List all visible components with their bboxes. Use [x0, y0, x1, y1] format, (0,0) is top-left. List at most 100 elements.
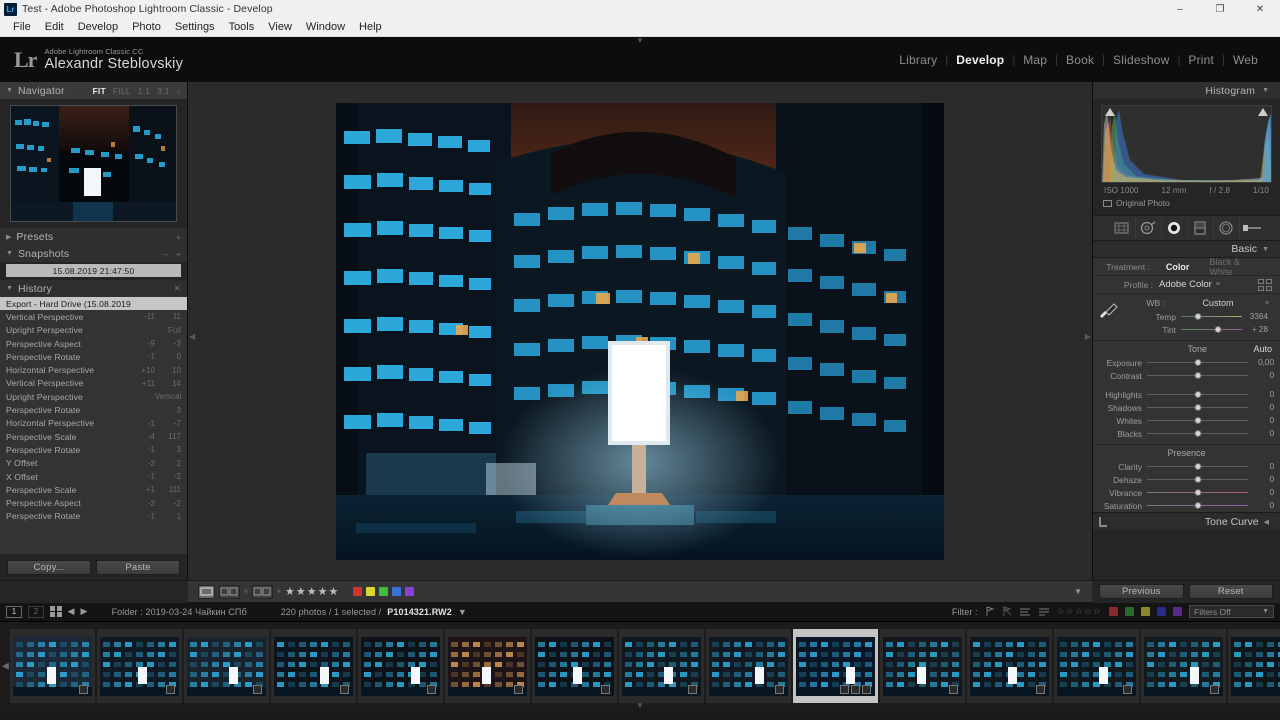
slider-knob[interactable]	[1194, 430, 1201, 437]
menu-develop[interactable]: Develop	[71, 18, 125, 37]
zoom-fill[interactable]: FILL	[113, 86, 131, 96]
chevron-down-icon[interactable]: ▼	[1262, 87, 1269, 94]
treatment-bw-option[interactable]: Black & White	[1199, 257, 1272, 277]
history-item[interactable]: Perspective Rotate 3	[0, 403, 187, 416]
presets-add-icon[interactable]: +	[176, 232, 181, 242]
left-panel-toggle[interactable]: ◀	[189, 332, 195, 341]
tint-slider-knob[interactable]	[1214, 326, 1222, 333]
history-item[interactable]: Horizontal Perspective -1 -7	[0, 417, 187, 430]
presets-header[interactable]: ▶ Presets +	[0, 228, 187, 245]
color-label-blue[interactable]	[392, 587, 402, 596]
toolbar-options-caret[interactable]: ▼	[1074, 587, 1082, 596]
color-label-green[interactable]	[379, 587, 389, 596]
thumbnail-badge[interactable]	[1123, 684, 1132, 694]
filmstrip-thumbnail[interactable]	[10, 629, 95, 703]
metadata-icon[interactable]	[1038, 606, 1050, 617]
screen-2-button[interactable]: 2	[28, 605, 44, 618]
chevron-down-icon[interactable]: ▼	[6, 87, 13, 94]
copy-button[interactable]: Copy...	[7, 559, 91, 575]
main-photo[interactable]	[336, 102, 944, 560]
slider-knob[interactable]	[1194, 372, 1201, 379]
filters-off-dropdown[interactable]: Filters Off ▼	[1189, 605, 1274, 618]
slider-track[interactable]	[1147, 357, 1248, 368]
slider-knob[interactable]	[1194, 476, 1201, 483]
temp-slider-knob[interactable]	[1194, 313, 1202, 320]
filmstrip-thumbnail[interactable]	[532, 629, 617, 703]
auto-tone-button[interactable]: Auto	[1253, 344, 1272, 354]
filter-color-yellow[interactable]	[1141, 607, 1150, 616]
current-filename[interactable]: P1014321.RW2	[387, 607, 452, 617]
thumbnail-badge[interactable]	[775, 684, 784, 694]
filename-dropdown-icon[interactable]: ▼	[458, 607, 467, 617]
history-header[interactable]: ▼ History ✕	[0, 280, 187, 297]
module-develop[interactable]: Develop	[948, 53, 1012, 67]
filter-color-red[interactable]	[1109, 607, 1118, 616]
chevron-down-icon[interactable]: ▼	[6, 250, 13, 257]
slider-knob[interactable]	[1194, 391, 1201, 398]
survey-view-icon[interactable]	[252, 584, 274, 599]
snapshots-add-icon[interactable]: +	[176, 249, 181, 259]
slider-blacks[interactable]: Blacks 0	[1093, 427, 1280, 440]
attribute-icon[interactable]	[1019, 606, 1031, 617]
rating-stars[interactable]: ★★★★★	[285, 585, 339, 598]
filter-color-green[interactable]	[1125, 607, 1134, 616]
close-button[interactable]: ✕	[1240, 0, 1280, 18]
menu-help[interactable]: Help	[352, 18, 389, 37]
history-item[interactable]: Perspective Scale -4 117	[0, 430, 187, 443]
color-label-red[interactable]	[353, 587, 363, 596]
module-slideshow[interactable]: Slideshow	[1105, 53, 1178, 67]
filmstrip-thumbnail[interactable]	[1228, 629, 1280, 703]
menu-tools[interactable]: Tools	[222, 18, 262, 37]
flag-icon[interactable]	[985, 606, 995, 617]
filmstrip-thumbnail[interactable]	[1054, 629, 1139, 703]
history-item[interactable]: Export - Hard Drive (15.08.2019 23:14:..…	[0, 297, 187, 311]
profile-browser-icon[interactable]	[1258, 278, 1272, 291]
filmstrip-thumbnail[interactable]	[619, 629, 704, 703]
paste-button[interactable]: Paste	[96, 559, 180, 575]
filmstrip-thumbnail[interactable]	[271, 629, 356, 703]
slider-knob[interactable]	[1194, 463, 1201, 470]
thumbnail-badge[interactable]	[862, 684, 871, 694]
filmstrip[interactable]: ◀ ▶ ▼	[0, 622, 1280, 710]
module-print[interactable]: Print	[1180, 53, 1222, 67]
thumbnail-badge[interactable]	[851, 684, 860, 694]
menu-photo[interactable]: Photo	[125, 18, 168, 37]
color-label-purple[interactable]	[405, 587, 415, 596]
history-clear-icon[interactable]: ✕	[174, 283, 181, 294]
filter-color-purple[interactable]	[1173, 607, 1182, 616]
compare-view-icon[interactable]	[219, 584, 240, 599]
module-book[interactable]: Book	[1058, 53, 1102, 67]
history-item[interactable]: Vertical Perspective +11 14	[0, 377, 187, 390]
history-item[interactable]: Perspective Scale +1 111	[0, 483, 187, 496]
thumbnail-badge[interactable]	[514, 684, 523, 694]
histogram-graph[interactable]	[1101, 105, 1272, 183]
navigator-preview[interactable]	[10, 105, 177, 222]
original-photo-toggle[interactable]: Original Photo	[1101, 195, 1272, 211]
menu-edit[interactable]: Edit	[38, 18, 71, 37]
radial-filter-icon[interactable]	[1213, 217, 1238, 239]
history-item[interactable]: Perspective Rotate -1 3	[0, 443, 187, 456]
graduated-filter-icon[interactable]	[1187, 217, 1212, 239]
filmstrip-thumbnail[interactable]	[706, 629, 791, 703]
zoom-1-1[interactable]: 1:1	[138, 86, 150, 96]
slider-knob[interactable]	[1194, 417, 1201, 424]
filmstrip-thumbnail[interactable]	[358, 629, 443, 703]
thumbnail-badge[interactable]	[79, 684, 88, 694]
chevron-right-icon[interactable]: ▶	[6, 233, 11, 241]
snapshots-header[interactable]: ▼ Snapshots – +	[0, 245, 187, 262]
folder-label[interactable]: Folder : 2019-03-24 Чайкин СПб	[112, 607, 247, 617]
forward-arrow-icon[interactable]: ▶	[81, 606, 88, 617]
module-web[interactable]: Web	[1225, 53, 1266, 67]
wb-dropdown-icon[interactable]: ≡	[1265, 300, 1269, 307]
thumbnail-badge[interactable]	[166, 684, 175, 694]
filmstrip-thumbnail[interactable]	[184, 629, 269, 703]
slider-shadows[interactable]: Shadows 0	[1093, 401, 1280, 414]
history-item[interactable]: Upright Perspective Full	[0, 324, 187, 337]
slider-track[interactable]	[1147, 415, 1248, 426]
filmstrip-thumbnail[interactable]	[97, 629, 182, 703]
basic-panel-header[interactable]: Basic ▼	[1093, 241, 1280, 258]
profile-value[interactable]: Adobe Color	[1159, 279, 1212, 290]
filmstrip-thumbnail[interactable]	[880, 629, 965, 703]
slider-track[interactable]	[1147, 487, 1248, 498]
wb-value[interactable]: Custom	[1171, 298, 1265, 308]
